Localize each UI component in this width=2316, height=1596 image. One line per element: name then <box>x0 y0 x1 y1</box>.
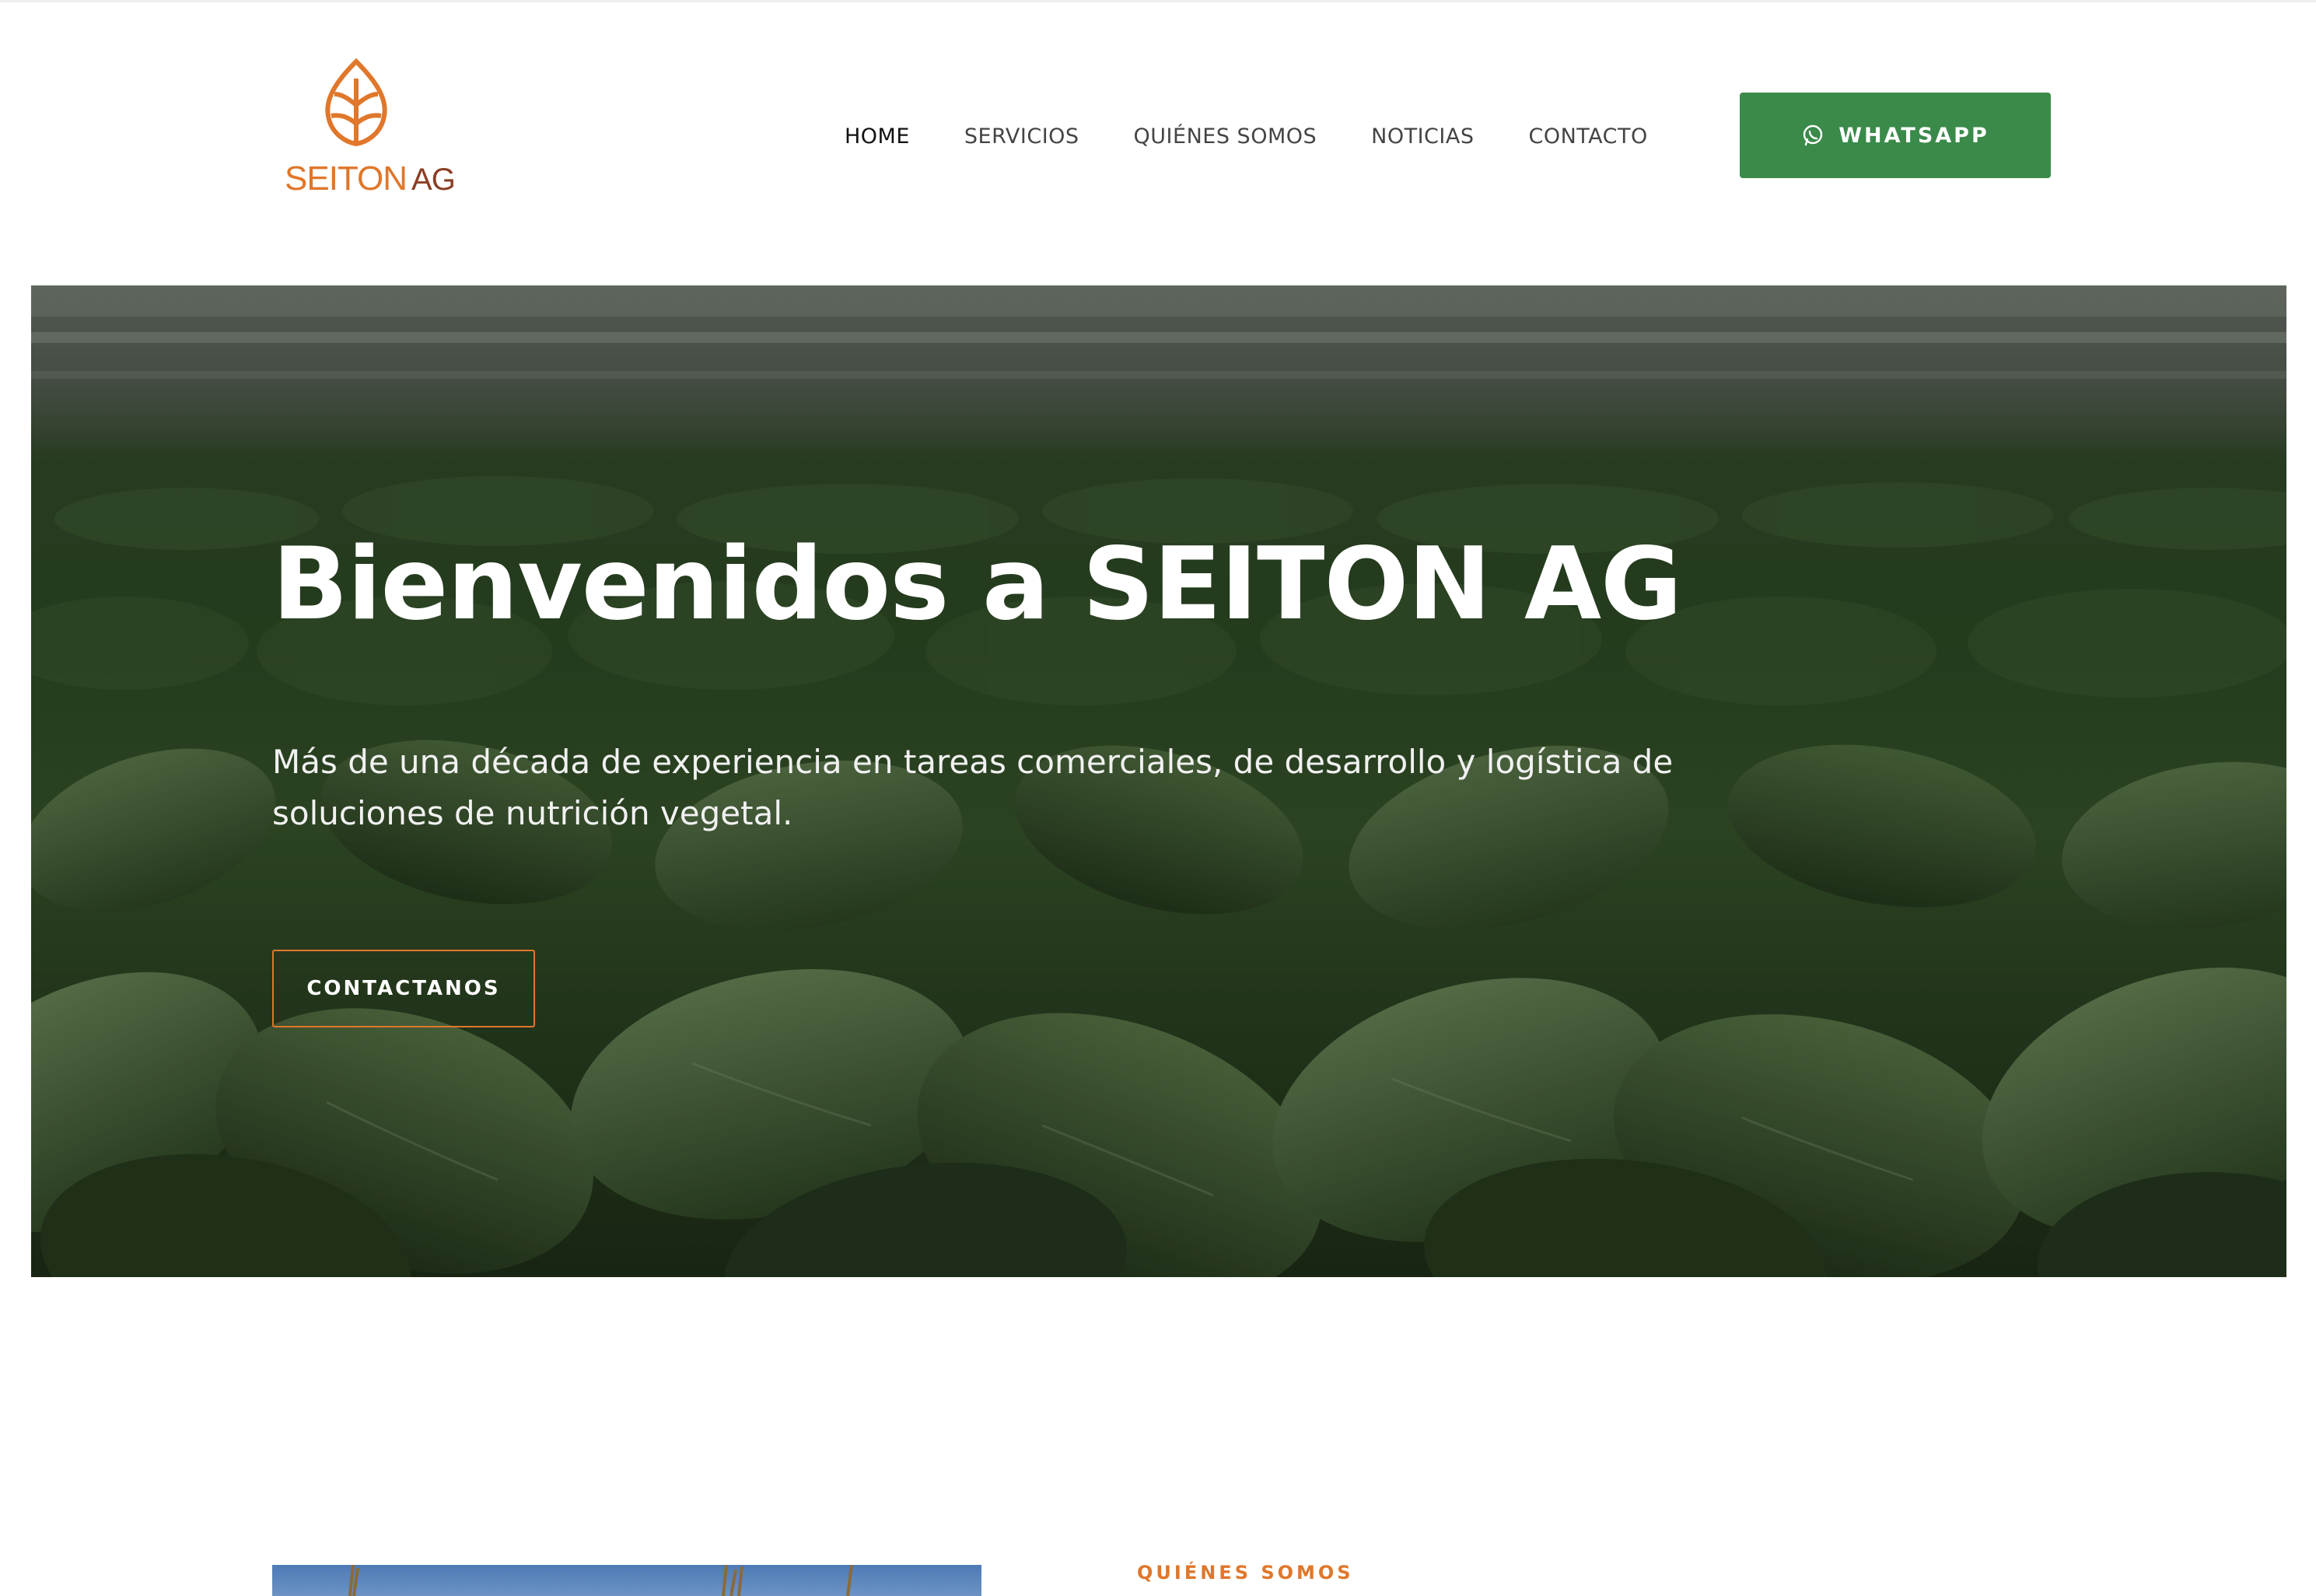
contactanos-button[interactable]: CONTACTANOS <box>272 950 535 1027</box>
nav-item-noticias[interactable]: NOTICIAS <box>1371 124 1474 149</box>
logo-text-suffix: AG <box>411 163 456 197</box>
nav-item-quienes-somos[interactable]: QUIÉNES SOMOS <box>1134 124 1317 149</box>
about-eyebrow: QUIÉNES SOMOS <box>1137 1562 1354 1584</box>
wheat-image-graphic <box>348 1565 853 1596</box>
site-header: SEITON AG HOME SERVICIOS QUIÉNES SOMOS NO… <box>0 2 2316 284</box>
hero-banner: Bienvenidos a SEITON AG Más de una décad… <box>31 285 2286 1277</box>
whatsapp-icon <box>1803 124 1823 146</box>
leaf-logo-icon <box>325 58 387 147</box>
hero-title: Bienvenidos a SEITON AG <box>272 527 1682 642</box>
main-nav: HOME SERVICIOS QUIÉNES SOMOS NOTICIAS CO… <box>845 119 1702 153</box>
about-image-wheat <box>272 1565 981 1596</box>
nav-item-home[interactable]: HOME <box>845 124 910 149</box>
nav-item-servicios[interactable]: SERVICIOS <box>964 124 1079 149</box>
whatsapp-button-label: WHATSAPP <box>1838 123 1989 148</box>
nav-item-contacto[interactable]: CONTACTO <box>1528 124 1647 149</box>
hero-subtitle: Más de una década de experiencia en tare… <box>272 743 1674 832</box>
logo-text-main: SEITON <box>285 159 408 198</box>
seiton-logo[interactable]: SEITON AG <box>285 58 456 206</box>
logo-wordmark: SEITON AG <box>285 159 456 206</box>
whatsapp-button[interactable]: WHATSAPP <box>1740 93 2051 178</box>
